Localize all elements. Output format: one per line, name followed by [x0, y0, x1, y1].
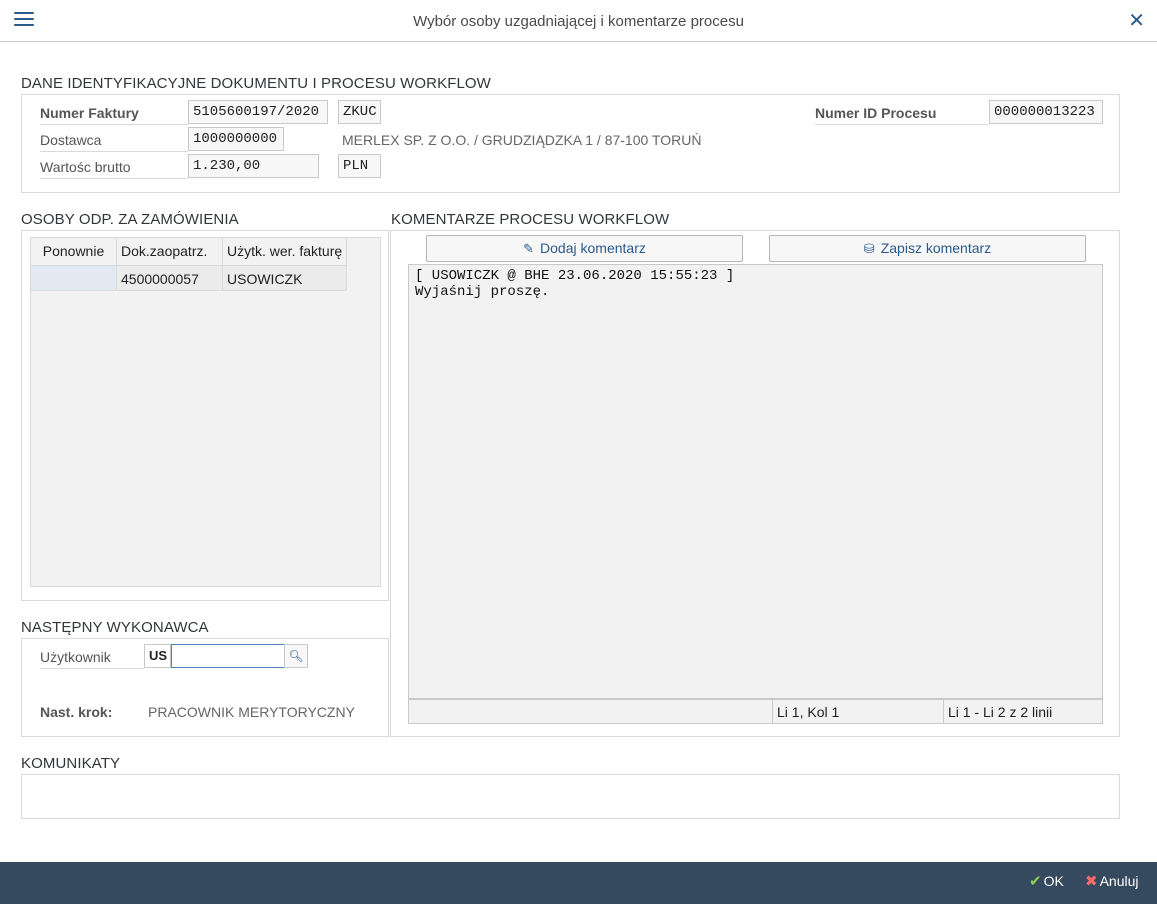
column-header-po-doc[interactable]: Dok.zaopatrz. [117, 238, 223, 265]
next-step-label: Nast. krok: [40, 704, 113, 720]
cursor-position-status: Li 1, Kol 1 [772, 700, 944, 723]
persons-table[interactable]: Ponownie Dok.zaopatrz. Użytk. wer. faktu… [30, 237, 381, 587]
table-cell-po-doc[interactable]: 4500000057 [117, 265, 223, 291]
next-step-value: PRACOWNIK MERYTORYCZNY [148, 704, 355, 720]
gross-value-label: Wartośc brutto [40, 159, 188, 179]
vendor-label: Dostawca [40, 132, 188, 152]
invoice-number-field[interactable]: 5105600197/2020 [188, 100, 328, 124]
process-id-field[interactable]: 000000013223 [989, 100, 1103, 124]
cancel-label: Anuluj [1099, 873, 1139, 889]
comment-line-2: Wyjaśnij proszę. [415, 284, 550, 300]
vendor-name: MERLEX SP. Z O.O. / GRUDZIĄDZKA 1 / 87-1… [342, 132, 702, 148]
edit-icon: ✎ [523, 241, 535, 256]
comment-editor[interactable]: [ USOWICZK @ BHE 23.06.2020 15:55:23 ] Wy… [408, 264, 1103, 699]
add-comment-label: Dodaj komentarz [540, 240, 646, 256]
user-label: Użytkownik [40, 649, 144, 669]
save-comment-button[interactable]: ⛁ Zapisz komentarz [769, 235, 1086, 262]
table-cell-again[interactable] [31, 265, 117, 291]
check-icon: ✔ [1029, 873, 1042, 890]
vendor-field[interactable]: 1000000000 [188, 127, 284, 151]
dialog-title: Wybór osoby uzgadniającej i komentarze p… [413, 13, 744, 30]
cancel-icon: ✖ [1085, 873, 1098, 890]
ok-label: OK [1043, 873, 1064, 889]
doc-section-title: DANE IDENTYFIKACYJNE DOKUMENTU I PROCESU… [21, 75, 491, 92]
user-input[interactable] [171, 644, 285, 668]
comments-section-title: KOMENTARZE PROCESU WORKFLOW [391, 211, 670, 228]
next-executor-section-title: NASTĘPNY WYKONAWCA [21, 619, 209, 636]
editor-statusbar: Li 1, Kol 1 Li 1 - Li 2 z 2 linii [408, 699, 1103, 724]
user-prefix: US [144, 644, 171, 668]
add-comment-button[interactable]: ✎ Dodaj komentarz [426, 235, 743, 262]
value-help-icon[interactable]: 🔍︎ [284, 644, 308, 668]
cancel-button[interactable]: ✖ Anuluj [1085, 872, 1139, 890]
column-header-again[interactable]: Ponownie [31, 238, 117, 265]
column-header-verifier[interactable]: Użytk. wer. fakturę [223, 238, 347, 265]
persons-section-title: OSOBY ODP. ZA ZAMÓWIENIA [21, 211, 239, 228]
messages-section-title: KOMUNIKATY [21, 755, 121, 772]
comment-line-1: [ USOWICZK @ BHE 23.06.2020 15:55:23 ] [415, 268, 735, 284]
dialog-footer: ✔ OK ✖ Anuluj [0, 862, 1157, 904]
currency-field[interactable]: PLN [338, 154, 381, 178]
save-icon: ⛁ [863, 241, 875, 256]
table-cell-verifier[interactable]: USOWICZK [223, 265, 347, 291]
ok-button[interactable]: ✔ OK [1029, 872, 1064, 890]
line-count-status: Li 1 - Li 2 z 2 linii [943, 700, 1102, 723]
save-comment-label: Zapisz komentarz [880, 240, 992, 256]
process-id-label: Numer ID Procesu [815, 105, 989, 125]
invoice-number-label: Numer Faktury [40, 105, 188, 125]
invoice-type-field[interactable]: ZKUC [338, 100, 381, 124]
gross-value-field[interactable]: 1.230,00 [188, 154, 319, 178]
dialog-titlebar: Wybór osoby uzgadniającej i komentarze p… [0, 0, 1157, 42]
messages-box [21, 774, 1120, 819]
close-icon[interactable]: ✕ [1128, 9, 1145, 33]
